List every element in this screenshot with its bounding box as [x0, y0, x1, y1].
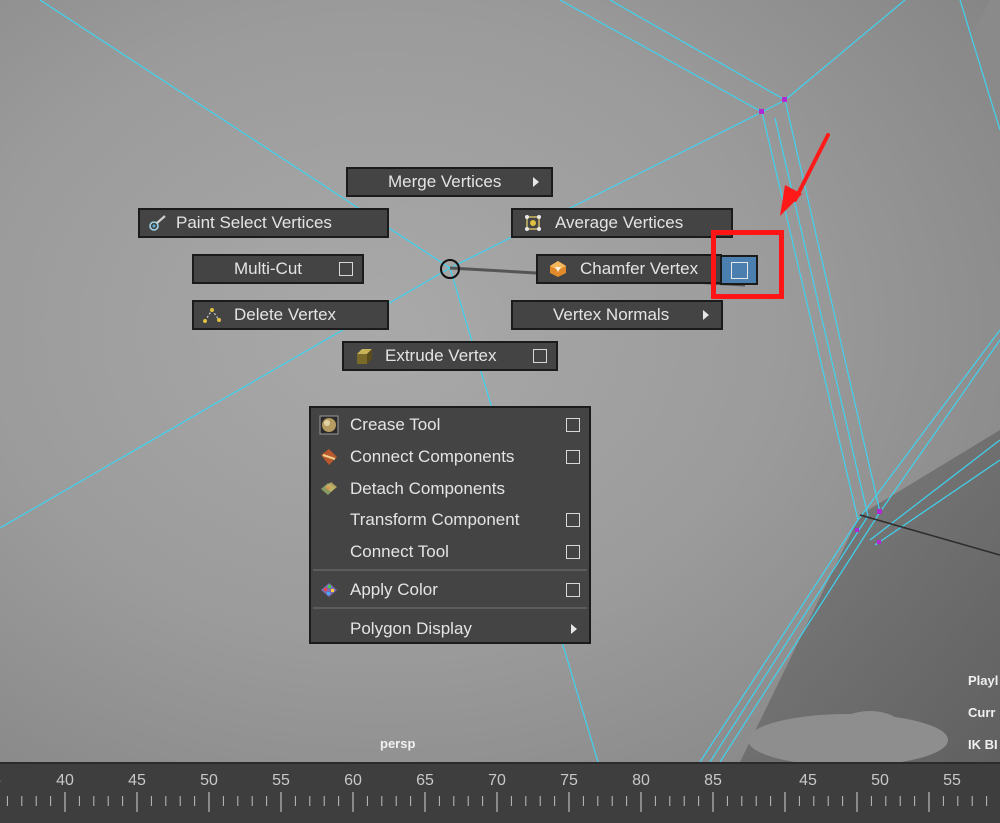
merge-vertices-label: Merge Vertices — [388, 172, 502, 191]
timeline-tick-label: 65 — [416, 772, 434, 789]
connect-components-icon — [321, 449, 337, 465]
hud-line-3: IK BI — [968, 737, 998, 752]
chamfer-vertex-label: Chamfer Vertex — [580, 259, 699, 278]
delete-vertex-label: Delete Vertex — [234, 305, 337, 324]
connect-components-label: Connect Components — [350, 447, 515, 466]
menu-item-detach-components[interactable]: Detach Components — [311, 474, 589, 504]
average-vertices-button[interactable]: Average Vertices — [511, 208, 733, 238]
timeline-ticks — [6, 792, 988, 812]
3d-viewport[interactable]: Merge Vertices Paint Select Vertices Ave… — [0, 0, 1000, 762]
submenu-arrow-icon — [703, 310, 709, 320]
connect-tool-option-box[interactable] — [566, 545, 580, 559]
extrude-vertex-label: Extrude Vertex — [385, 346, 497, 365]
detach-components-label: Detach Components — [350, 479, 505, 498]
crease-tool-option-box[interactable] — [566, 418, 580, 432]
transform-component-label: Transform Component — [350, 510, 520, 529]
menu-item-crease-tool[interactable]: Crease Tool — [311, 410, 589, 440]
polygon-display-label: Polygon Display — [350, 619, 472, 638]
timeline-tick-label: 80 — [632, 772, 650, 789]
context-menu: Crease Tool Connect Components Detach Co… — [309, 406, 591, 644]
paint-select-vertices-button[interactable]: Paint Select Vertices — [138, 208, 389, 238]
multi-cut-option-box[interactable] — [339, 262, 353, 276]
wireframe-mesh — [0, 0, 1000, 762]
apply-color-icon — [321, 583, 337, 597]
vertex-normals-button[interactable]: Vertex Normals — [511, 300, 723, 330]
timeline-tick-label: 55 — [943, 772, 961, 789]
timeline-tick-label: 45 — [128, 772, 146, 789]
menu-item-transform-component[interactable]: Transform Component — [311, 505, 589, 535]
apply-color-option-box[interactable] — [566, 583, 580, 597]
average-vertices-icon — [525, 215, 541, 231]
menu-item-connect-components[interactable]: Connect Components — [311, 442, 589, 472]
extrude-vertex-option-box[interactable] — [533, 349, 547, 363]
menu-item-polygon-display[interactable]: Polygon Display — [311, 614, 589, 644]
connect-tool-label: Connect Tool — [350, 542, 449, 561]
crease-tool-label: Crease Tool — [350, 415, 441, 434]
hud-line-1: Playl — [968, 673, 999, 688]
merge-vertices-button[interactable]: Merge Vertices — [346, 167, 553, 197]
average-vertices-label: Average Vertices — [555, 213, 684, 232]
connect-components-option-box[interactable] — [566, 450, 580, 464]
annotation-highlight-box — [711, 230, 784, 299]
timeline-tick-label: 50 — [200, 772, 218, 789]
timeline-tick-label: 85 — [704, 772, 722, 789]
timeline-tick-label: 50 — [871, 772, 889, 789]
camera-label: persp — [380, 736, 416, 751]
menu-separator — [313, 607, 587, 609]
time-slider[interactable]: 35 40 45 50 55 60 65 70 75 80 85 45 50 5… — [0, 762, 1000, 823]
marking-menu-center — [440, 259, 460, 279]
hud-line-2: Curr — [968, 705, 996, 720]
paint-select-icon — [149, 215, 166, 231]
multi-cut-button[interactable]: Multi-Cut — [192, 254, 364, 284]
vertex-normals-label: Vertex Normals — [553, 305, 670, 324]
multi-cut-label: Multi-Cut — [234, 259, 303, 278]
delete-vertex-button[interactable]: Delete Vertex — [192, 300, 389, 330]
detach-components-icon — [321, 482, 337, 495]
timeline-tick-label: 55 — [272, 772, 290, 789]
delete-vertex-icon — [203, 308, 221, 323]
timeline-tick-label: 70 — [488, 772, 506, 789]
menu-item-apply-color[interactable]: Apply Color — [311, 575, 589, 605]
extrude-vertex-icon — [357, 349, 372, 364]
chamfer-vertex-button[interactable]: Chamfer Vertex — [536, 254, 722, 284]
submenu-arrow-icon — [571, 624, 577, 634]
crease-tool-icon — [319, 415, 339, 435]
timeline-tick-label: 35 — [0, 772, 1, 790]
timeline-tick-label: 45 — [799, 772, 817, 789]
timeline-tick-label: 60 — [344, 772, 362, 789]
menu-item-connect-tool[interactable]: Connect Tool — [311, 537, 589, 567]
timeline-tick-label: 75 — [560, 772, 578, 789]
transform-component-option-box[interactable] — [566, 513, 580, 527]
menu-separator — [313, 569, 587, 571]
apply-color-label: Apply Color — [350, 580, 438, 599]
submenu-arrow-icon — [533, 177, 539, 187]
paint-select-vertices-label: Paint Select Vertices — [176, 213, 332, 232]
chamfer-vertex-icon — [550, 261, 566, 277]
extrude-vertex-button[interactable]: Extrude Vertex — [342, 341, 558, 371]
timeline-tick-label: 40 — [56, 772, 74, 789]
